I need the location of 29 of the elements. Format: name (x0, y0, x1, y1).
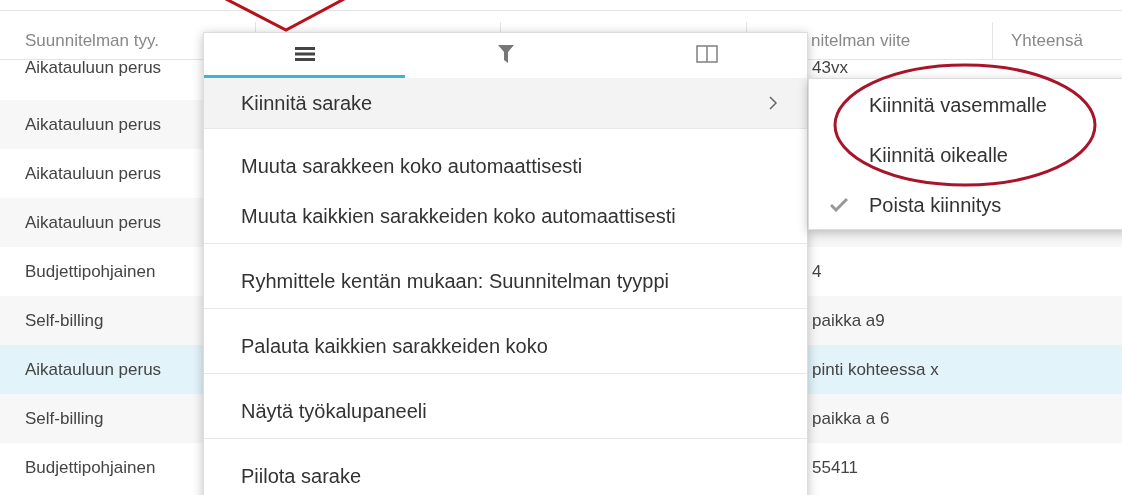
table-cell: Self-billing (25, 310, 104, 330)
table-cell: paikka a9 (812, 310, 885, 330)
table-cell: Aikatauluun perus (25, 114, 162, 134)
menu-item[interactable]: Näytä työkalupaneeli (204, 386, 807, 436)
table-cell: 4 (812, 261, 822, 281)
table-cell: Budjettipohjainen (25, 457, 156, 477)
table-cell: Aikatauluun perus (25, 60, 162, 77)
table-cell: paikka a 6 (812, 408, 890, 428)
table-cell: Aikatauluun perus (25, 212, 162, 232)
table-cell: 55411 (812, 457, 858, 477)
submenu-item[interactable]: Kiinnitä vasemmalle (809, 80, 1122, 130)
filter-icon (497, 45, 514, 63)
submenu-item[interactable]: Poista kiinnitys (809, 180, 1122, 230)
column-header[interactable]: Yhteensä (992, 22, 1122, 59)
columns-icon (695, 45, 718, 63)
table-cell: Aikatauluun perus (25, 359, 162, 379)
menu-item[interactable]: Palauta kaikkien sarakkeiden koko (204, 321, 807, 371)
menu-icon (294, 46, 315, 62)
menu-item[interactable]: Muuta sarakkeen koko automaattisesti (204, 141, 807, 191)
menu-item[interactable]: Piilota sarake (204, 451, 807, 495)
menu-item[interactable]: Ryhmittele kentän mukaan: Suunnitelman tyyppi (204, 256, 807, 306)
menu-item[interactable]: Kiinnitä sarake (204, 78, 807, 128)
table-cell: Self-billing (25, 408, 104, 428)
submenu-item[interactable]: Kiinnitä oikealle (809, 130, 1122, 180)
table-cell: 43vx (812, 60, 848, 77)
table-cell: Budjettipohjainen (25, 261, 156, 281)
table-cell: Aikatauluun perus (25, 163, 162, 183)
table-cell: pinti kohteessa x (812, 359, 939, 379)
menu-item[interactable]: Muuta kaikkien sarakkeiden koko automaattisesti (204, 191, 807, 241)
